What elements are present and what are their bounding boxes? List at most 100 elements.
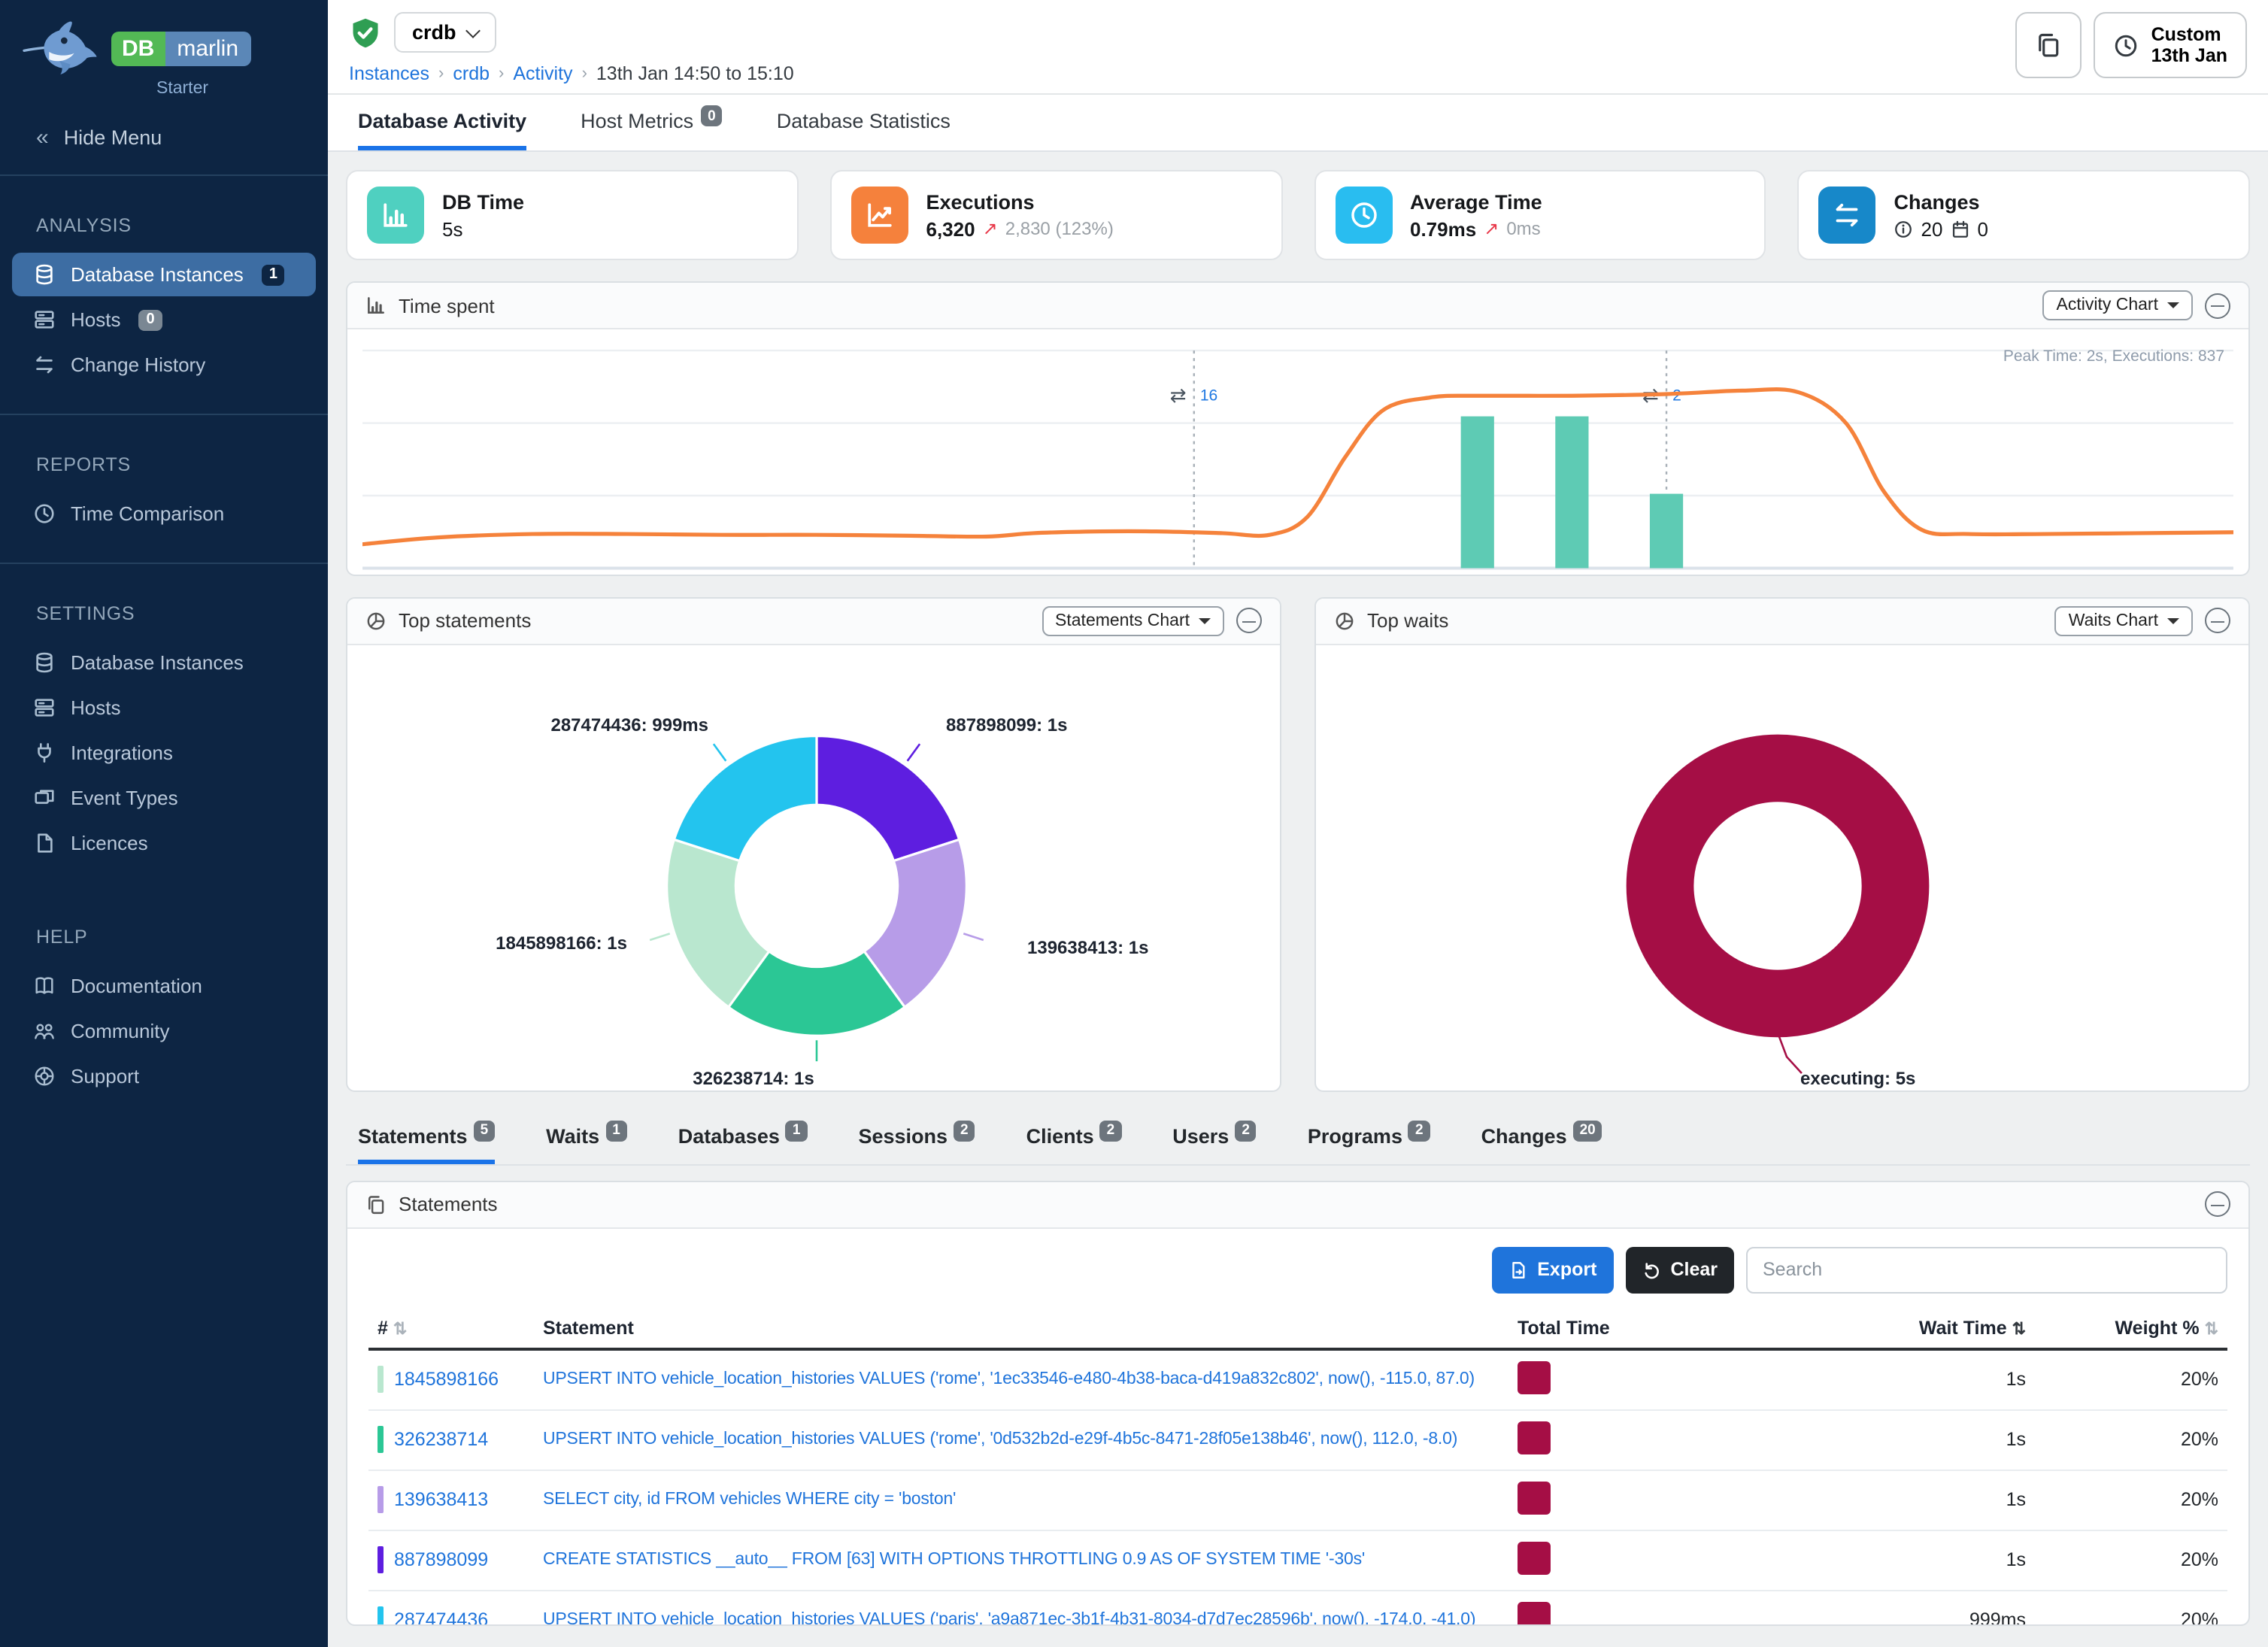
trend-chart-icon xyxy=(851,187,908,244)
time-spent-header: Time spent Activity Chart xyxy=(347,283,2248,329)
statement-sql-link[interactable]: UPSERT INTO vehicle_location_histories V… xyxy=(543,1371,1499,1389)
activity-chart-dropdown[interactable]: Activity Chart xyxy=(2043,290,2194,320)
sidebar-item-licences[interactable]: Licences xyxy=(12,821,316,865)
sidebar-item-event-types[interactable]: Event Types xyxy=(12,776,316,820)
metric-cards: DB Time 5s Executions 6,320 ↗ 2,830 (123… xyxy=(346,170,2250,260)
section-help: HELP xyxy=(0,866,328,963)
tab-statements[interactable]: Statements5 xyxy=(358,1125,495,1164)
statement-sql-link[interactable]: UPSERT INTO vehicle_location_histories V… xyxy=(543,1431,1499,1449)
collapse-panel-button[interactable] xyxy=(2205,1192,2230,1218)
page-tabs: Database Activity Host Metrics 0 Databas… xyxy=(328,95,2268,152)
tab-database-activity[interactable]: Database Activity xyxy=(358,110,526,150)
people-icon xyxy=(33,1020,56,1042)
statement-id-link[interactable]: 887898099 xyxy=(394,1550,488,1571)
instance-selector[interactable]: crdb xyxy=(394,12,497,53)
tab-host-metrics[interactable]: Host Metrics 0 xyxy=(581,110,723,150)
waits-chart-dropdown[interactable]: Waits Chart xyxy=(2055,606,2193,636)
time-range-button[interactable]: Custom 13th Jan xyxy=(2094,12,2247,78)
wait-time-value: 1s xyxy=(1809,1530,2035,1591)
top-waits-header: Top waits Waits Chart xyxy=(1316,599,2248,645)
search-input[interactable] xyxy=(1746,1247,2227,1294)
col-id[interactable]: # ⇅ xyxy=(368,1309,534,1349)
sidebar-item-database-instances[interactable]: Database Instances 1 xyxy=(12,253,316,296)
count-badge: 5 xyxy=(474,1121,496,1142)
hide-menu-button[interactable]: « Hide Menu xyxy=(0,98,328,174)
export-button[interactable]: Export xyxy=(1492,1247,1613,1294)
section-analysis: ANALYSIS xyxy=(0,176,328,251)
panel-title: Top waits xyxy=(1367,610,1448,632)
tab-users[interactable]: Users2 xyxy=(1172,1125,1257,1164)
logo-marlin: marlin xyxy=(165,31,250,65)
export-icon xyxy=(1508,1260,1528,1280)
col-weight[interactable]: Weight % ⇅ xyxy=(2035,1309,2227,1349)
count-badge: 1 xyxy=(786,1121,808,1142)
total-time-bar xyxy=(1518,1602,1551,1626)
statement-sql-link[interactable]: SELECT city, id FROM vehicles WHERE city… xyxy=(543,1491,1499,1509)
section-settings: SETTINGS xyxy=(0,564,328,639)
tab-clients[interactable]: Clients2 xyxy=(1026,1125,1122,1164)
undo-icon xyxy=(1642,1260,1661,1280)
panel-title: Top statements xyxy=(399,610,531,632)
statement-id-link[interactable]: 326238714 xyxy=(394,1430,488,1451)
book-icon xyxy=(33,975,56,997)
sidebar-item-hosts[interactable]: Hosts 0 xyxy=(12,298,316,341)
breadcrumb-instances[interactable]: Instances xyxy=(349,63,429,84)
copy-link-button[interactable] xyxy=(2016,12,2082,78)
tab-database-statistics[interactable]: Database Statistics xyxy=(777,110,951,150)
swap-arrows-icon xyxy=(33,353,56,376)
tab-changes[interactable]: Changes20 xyxy=(1481,1125,1602,1164)
sidebar-item-integrations[interactable]: Integrations xyxy=(12,731,316,775)
panel-title: Statements xyxy=(399,1194,498,1216)
sidebar: DB marlin Starter « Hide Menu ANALYSIS D… xyxy=(0,0,328,1647)
statement-sql-link[interactable]: UPSERT INTO vehicle_location_histories V… xyxy=(543,1612,1499,1626)
shield-check-icon xyxy=(349,16,382,49)
tab-sessions[interactable]: Sessions2 xyxy=(858,1125,975,1164)
donut-label: 326238714: 1s xyxy=(648,1068,859,1089)
svg-text:⇄: ⇄ xyxy=(1170,384,1187,407)
tab-databases[interactable]: Databases1 xyxy=(678,1125,808,1164)
statement-id-link[interactable]: 287474436 xyxy=(394,1610,488,1626)
sidebar-item-settings-database-instances[interactable]: Database Instances xyxy=(12,641,316,684)
time-spent-panel: Time spent Activity Chart Peak Time: 2s,… xyxy=(346,281,2250,576)
breadcrumb-separator: › xyxy=(499,65,504,83)
count-badge: 2 xyxy=(1408,1121,1430,1142)
statement-id-link[interactable]: 1845898166 xyxy=(394,1369,499,1391)
wait-time-value: 1s xyxy=(1809,1470,2035,1530)
peak-note: Peak Time: 2s, Executions: 837 xyxy=(2003,347,2224,365)
collapse-panel-button[interactable] xyxy=(2205,293,2230,318)
tab-programs[interactable]: Programs2 xyxy=(1308,1125,1430,1164)
sidebar-item-time-comparison[interactable]: Time Comparison xyxy=(12,492,316,535)
section-reports: REPORTS xyxy=(0,415,328,490)
collapse-panel-button[interactable] xyxy=(2205,608,2230,634)
waits-donut-chart: executing: 5s xyxy=(1316,645,2248,1090)
count-badge: 2 xyxy=(1100,1121,1122,1142)
col-statement[interactable]: Statement xyxy=(534,1309,1508,1349)
sidebar-item-settings-hosts[interactable]: Hosts xyxy=(12,686,316,729)
breadcrumb-crdb[interactable]: crdb xyxy=(453,63,490,84)
statements-panel-header: Statements xyxy=(347,1182,2248,1229)
top-statements-panel: Top statements Statements Chart 28747443… xyxy=(346,597,1281,1092)
sidebar-item-change-history[interactable]: Change History xyxy=(12,343,316,387)
changes-value: 20 0 xyxy=(1894,217,1988,240)
statement-id-link[interactable]: 139638413 xyxy=(394,1490,488,1511)
clear-button[interactable]: Clear xyxy=(1625,1247,1734,1294)
tab-waits[interactable]: Waits1 xyxy=(546,1125,627,1164)
clock-icon xyxy=(2114,32,2139,58)
sidebar-item-community[interactable]: Community xyxy=(12,1009,316,1053)
bar-chart-icon xyxy=(365,295,387,316)
weight-value: 20% xyxy=(2035,1591,2227,1626)
col-total-time[interactable]: Total Time xyxy=(1508,1309,1809,1349)
logo-db: DB xyxy=(111,31,165,65)
sidebar-item-support[interactable]: Support xyxy=(12,1054,316,1098)
windows-icon xyxy=(33,787,56,809)
statements-chart-dropdown[interactable]: Statements Chart xyxy=(1042,606,1224,636)
col-wait-time[interactable]: Wait Time ⇅ xyxy=(1809,1309,2035,1349)
statements-table: # ⇅ Statement Total Time Wait Time ⇅ Wei… xyxy=(368,1309,2227,1626)
statement-sql-link[interactable]: CREATE STATISTICS __auto__ FROM [63] WIT… xyxy=(543,1551,1499,1570)
time-spent-chart: Peak Time: 2s, Executions: 837 ⇄16⇄214:5… xyxy=(347,329,2248,576)
collapse-panel-button[interactable] xyxy=(1236,608,1262,634)
breadcrumb-separator: › xyxy=(582,65,587,83)
sidebar-item-documentation[interactable]: Documentation xyxy=(12,964,316,1008)
breadcrumb-activity[interactable]: Activity xyxy=(513,63,572,84)
main-content: crdb Instances › crdb › Activity › 13th … xyxy=(328,0,2268,1647)
